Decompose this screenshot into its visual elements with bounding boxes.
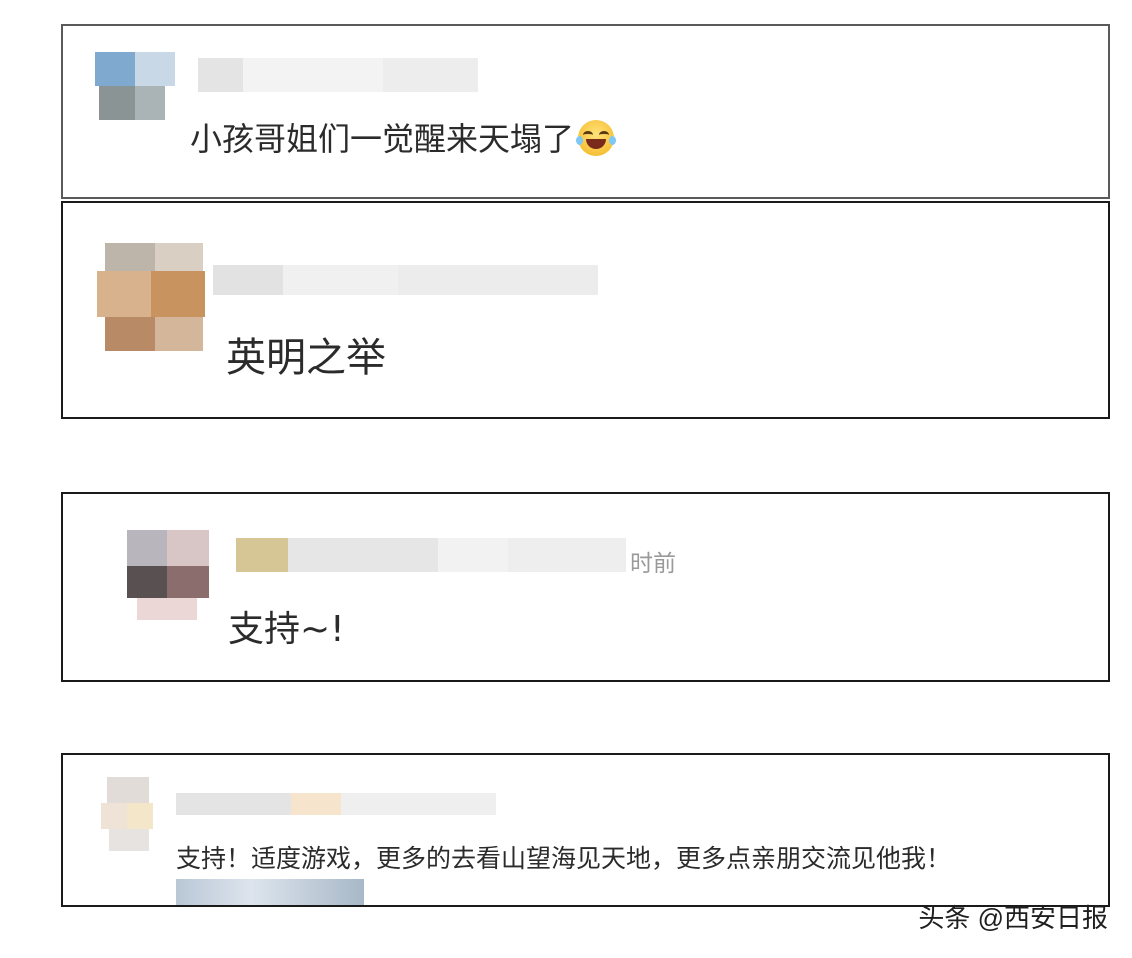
comment-text: 小孩哥姐们一觉醒来天塌了: [190, 114, 617, 160]
comment-text: 英明之举: [226, 335, 386, 381]
comment-card: 小孩哥姐们一觉醒来天塌了: [61, 24, 1110, 199]
username-blurred[interactable]: [213, 265, 598, 295]
username-blurred[interactable]: [236, 538, 626, 572]
comment-card: 英明之举: [61, 201, 1110, 419]
attached-image-thumbnail[interactable]: [176, 879, 364, 905]
avatar[interactable]: [101, 777, 155, 851]
avatar[interactable]: [87, 48, 177, 128]
comment-card: 时前 支持~!: [61, 492, 1110, 682]
avatar[interactable]: [97, 243, 207, 353]
watermark: 头条 @西安日报: [918, 903, 1108, 933]
timestamp: 时前: [630, 551, 676, 577]
avatar[interactable]: [127, 530, 209, 620]
username-blurred[interactable]: [176, 793, 496, 815]
username-blurred[interactable]: [198, 58, 478, 92]
comment-card: 支持！适度游戏，更多的去看山望海见天地，更多点亲朋交流见他我！: [61, 753, 1110, 907]
comment-text: 支持！适度游戏，更多的去看山望海见天地，更多点亲朋交流见他我！: [176, 844, 952, 873]
comment-text: 支持~!: [228, 609, 345, 650]
laughing-tears-icon: [576, 120, 617, 156]
